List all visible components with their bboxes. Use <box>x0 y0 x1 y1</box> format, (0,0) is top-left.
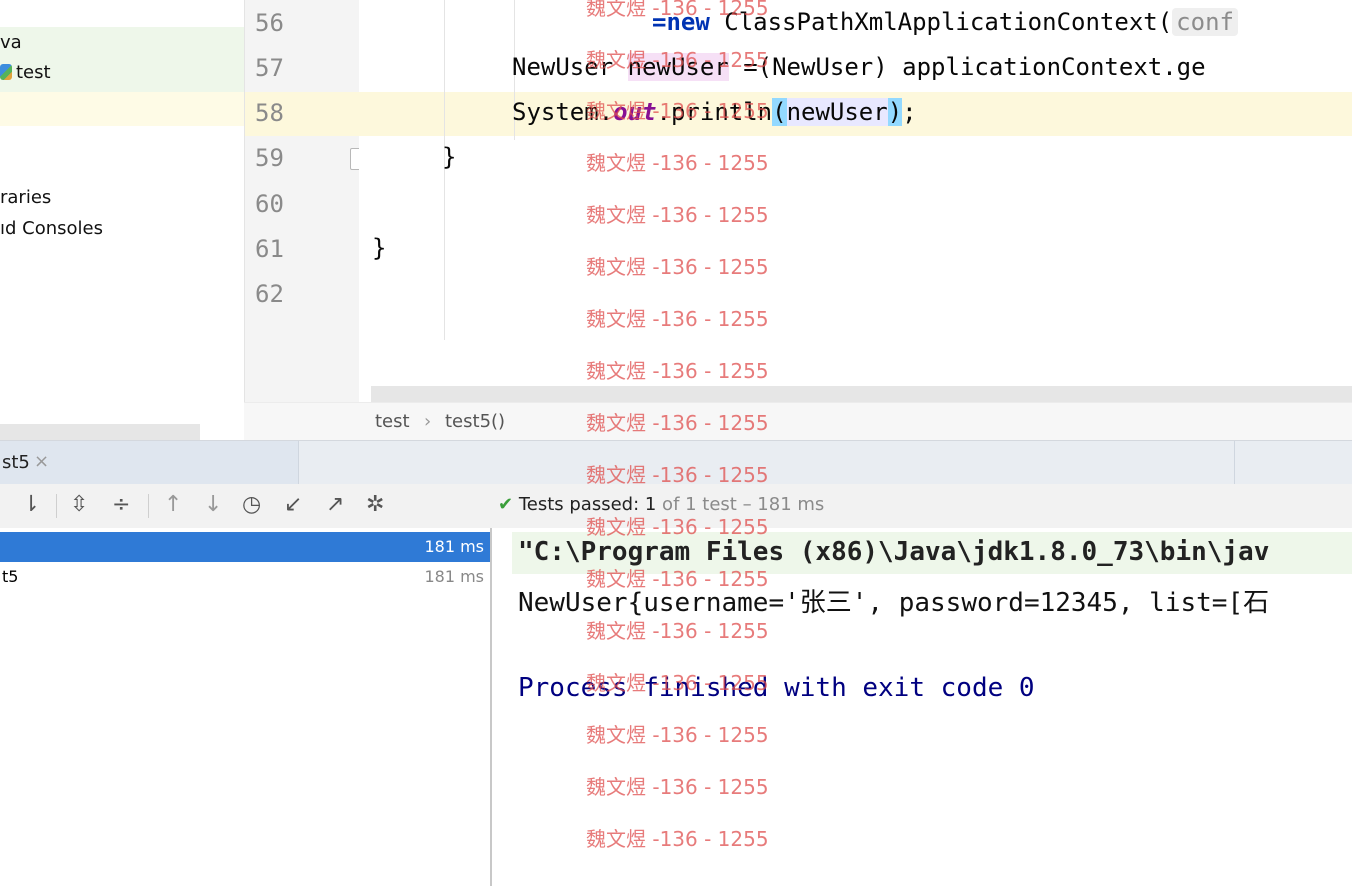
up-icon[interactable]: ↑ <box>164 492 182 517</box>
code-editor[interactable]: =new ClassPathXmlApplicationContext(conf… <box>359 0 1352 402</box>
run-tab-bar: st5 × <box>0 440 1352 485</box>
code-line-59: } <box>442 143 457 171</box>
sort-icon[interactable]: ⇂ <box>22 492 40 517</box>
tree-row-highlight <box>0 27 244 63</box>
code-line-61: } <box>372 234 387 262</box>
tree-item-test[interactable]: test <box>0 62 51 83</box>
paren-match: ( <box>772 98 787 126</box>
tree-row-current <box>0 92 244 126</box>
collapse-all-icon[interactable]: ÷ <box>112 492 130 517</box>
console-output[interactable]: "C:\Program Files (x86)\Java\jdk1.8.0_73… <box>492 528 1352 886</box>
code-line-57: NewUser newUser =(NewUser) applicationCo… <box>512 53 1206 81</box>
project-scrollbar[interactable] <box>0 424 200 440</box>
import-icon[interactable]: ↙ <box>284 492 302 517</box>
parameter-hint: conf <box>1172 8 1238 36</box>
breadcrumb-class[interactable]: test <box>375 411 410 432</box>
line-number: 57 <box>255 54 284 82</box>
horizontal-scrollbar[interactable] <box>371 386 1352 402</box>
test-status: ✔ Tests passed: 1 of 1 test – 181 ms <box>498 494 825 515</box>
close-icon[interactable]: × <box>34 451 49 472</box>
editor-gutter: 56 57 58 59 60 61 62 <box>244 0 364 402</box>
toolbar-separator <box>56 494 57 518</box>
tab-divider <box>1234 441 1235 485</box>
project-tree: va test raries ıd Consoles <box>0 0 244 440</box>
check-icon: ✔ <box>498 494 514 515</box>
console-output-line: NewUser{username='张三', password=12345, l… <box>518 588 1270 618</box>
test-row-root[interactable]: 181 ms <box>0 532 490 562</box>
line-number: 58 <box>255 99 284 127</box>
console-exit-line: Process finished with exit code 0 <box>518 673 1035 703</box>
history-icon[interactable]: ◷ <box>242 492 261 517</box>
toolbar-separator <box>148 494 149 518</box>
console-command-line: "C:\Program Files (x86)\Java\jdk1.8.0_73… <box>518 537 1270 567</box>
variable-usage-highlight: newUser <box>627 53 729 81</box>
test-row-test5[interactable]: t5 181 ms <box>0 562 490 592</box>
test-folder-icon <box>0 64 12 80</box>
breadcrumb-separator: › <box>424 411 432 432</box>
line-number: 61 <box>255 235 284 263</box>
settings-icon[interactable]: ✲ <box>366 492 384 517</box>
breadcrumb-method[interactable]: test5() <box>445 411 505 432</box>
line-number: 62 <box>255 280 284 308</box>
down-icon[interactable]: ↓ <box>204 492 222 517</box>
line-number: 59 <box>255 144 284 172</box>
test-results-tree: 181 ms t5 181 ms <box>0 528 492 886</box>
tree-item-scratches[interactable]: ıd Consoles <box>0 218 103 239</box>
line-number: 56 <box>255 9 284 37</box>
line-number: 60 <box>255 190 284 218</box>
export-icon[interactable]: ↗ <box>326 492 344 517</box>
code-line-56: =new ClassPathXmlApplicationContext(conf <box>652 8 1238 36</box>
code-line-58: System.out.println(newUser); <box>512 98 917 126</box>
paren-match: ) <box>887 98 903 126</box>
tab-run-test5[interactable]: st5 × <box>0 441 299 485</box>
tree-item-libraries[interactable]: raries <box>0 187 51 208</box>
breadcrumb: test › test5() <box>244 402 1352 441</box>
tree-item-java[interactable]: va <box>0 32 22 53</box>
run-toolbar: ⇂ ⇳ ÷ ↑ ↓ ◷ ↙ ↗ ✲ ✔ Tests passed: 1 of 1… <box>0 484 1352 529</box>
expand-all-icon[interactable]: ⇳ <box>70 492 88 517</box>
